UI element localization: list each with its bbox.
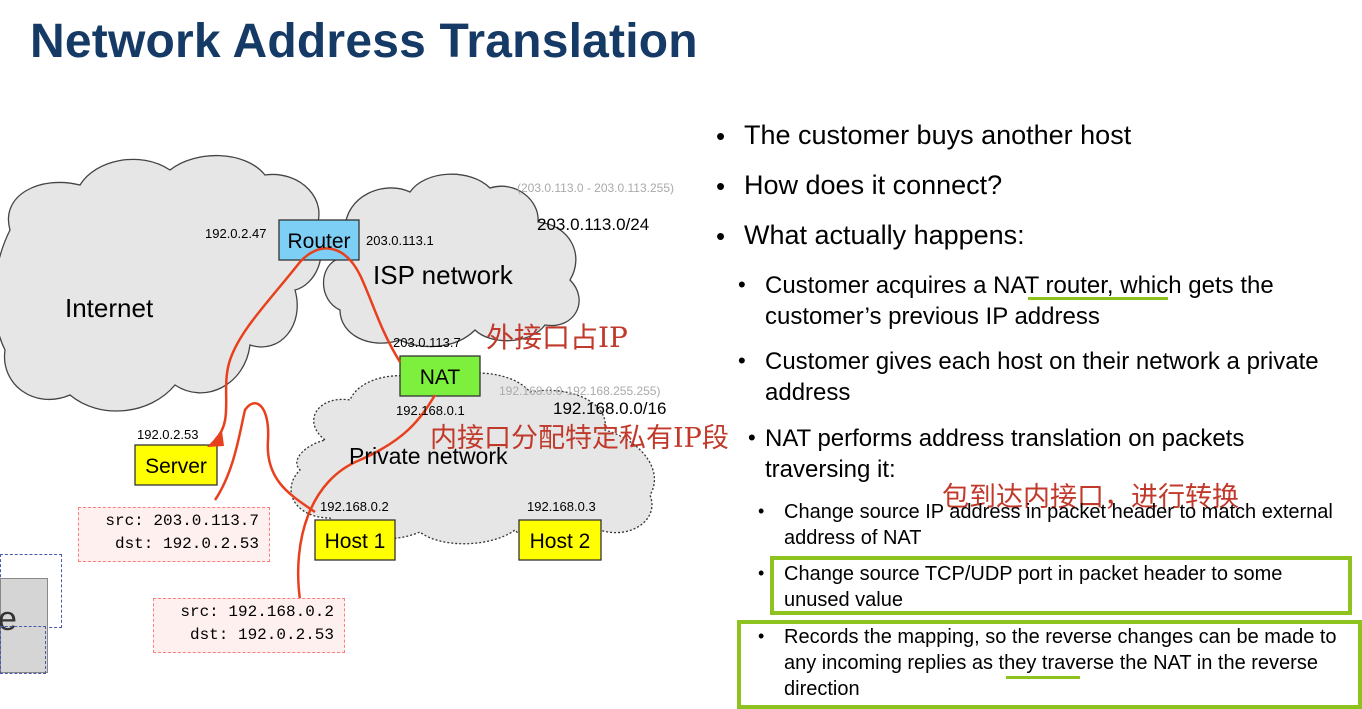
bullet-nat-router: Customer acquires a NAT router, which ge… [765, 272, 1274, 330]
bullet-dot: • [716, 121, 726, 151]
router-right-ip: 203.0.113.1 [366, 233, 434, 248]
highlight-box-port [770, 556, 1352, 615]
packet-outer-src: src: 203.0.113.7 [105, 512, 259, 530]
bullet-address-translation: NAT performs address translation on pack… [765, 425, 1245, 483]
bullet-dot: • [716, 221, 726, 251]
host1-ip: 192.168.0.2 [320, 499, 389, 514]
nat-outer-ip: 203.0.113.7 [393, 335, 461, 350]
bullet-dot: • [758, 501, 765, 521]
bullet-dot: • [748, 425, 756, 450]
bullet-dot: • [716, 171, 726, 201]
packet-header-inner: src: 192.168.0.2 dst: 192.0.2.53 [153, 598, 345, 653]
highlight-box-mapping [737, 620, 1362, 709]
bullet-dot: • [738, 348, 746, 373]
internet-cloud [0, 154, 322, 412]
host2-ip: 192.168.0.3 [527, 499, 596, 514]
bullet-what-happens: What actually happens: [744, 220, 1025, 250]
bullet-dot: • [738, 272, 746, 297]
annotation-inner-interface: 内接口分配特定私有IP段 [430, 423, 729, 454]
annotation-outer-interface: 外接口占IP [486, 321, 628, 354]
host2-label: Host 2 [530, 530, 591, 553]
bullet-buys-host: The customer buys another host [744, 120, 1132, 150]
internet-label: Internet [65, 293, 154, 323]
packet-inner-src: src: 192.168.0.2 [180, 603, 334, 621]
router-label: Router [287, 230, 350, 253]
selection-frame-lower [0, 626, 46, 674]
server-ip: 192.0.2.53 [137, 427, 198, 442]
isp-range: (203.0.113.0 - 203.0.113.255) [517, 181, 674, 195]
packet-outer-dst: dst: 192.0.2.53 [114, 535, 259, 553]
packet-inner-dst: dst: 192.0.2.53 [189, 626, 334, 644]
server-label: Server [145, 455, 207, 478]
packet-header-outer: src: 203.0.113.7 dst: 192.0.2.53 [78, 507, 270, 562]
bullet-how-connect: How does it connect? [744, 170, 1003, 200]
isp-prefix: 203.0.113.0/24 [537, 215, 649, 234]
highlight-underline-nat-router [1028, 297, 1168, 300]
bullet-change-ip: Change source IP address in packet heade… [784, 501, 1333, 549]
host1-label: Host 1 [325, 530, 386, 553]
private-range: 192.168.0.0-192.168.255.255) [499, 384, 660, 398]
router-left-ip: 192.0.2.47 [205, 226, 266, 241]
isp-label: ISP network [373, 260, 514, 290]
nat-label: NAT [420, 366, 461, 389]
bullet-dot: • [758, 563, 765, 583]
bullet-private-address: Customer gives each host on their networ… [765, 348, 1319, 406]
packet-arrowhead [207, 431, 224, 447]
